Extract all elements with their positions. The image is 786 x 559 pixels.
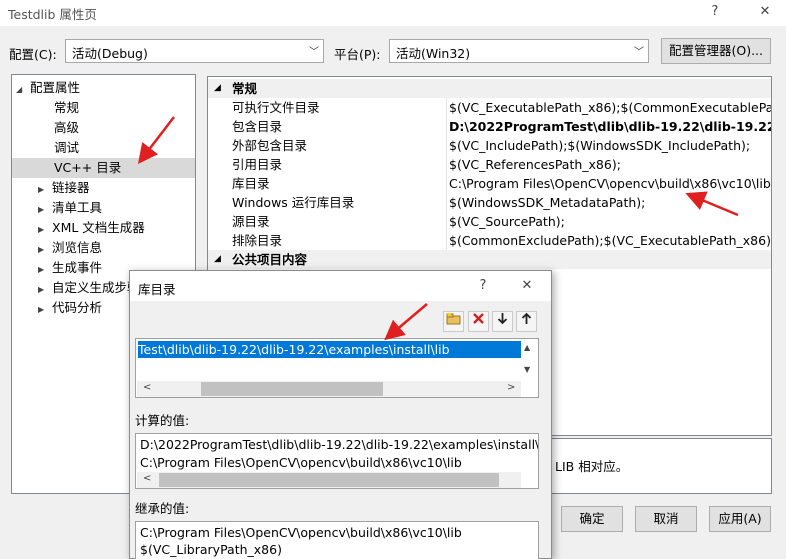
config-value: 活动(Debug)	[72, 46, 148, 61]
tree-item-custom-build[interactable]: ▶ 自定义生成步骤	[38, 278, 140, 298]
platform-label: 平台(P):	[334, 47, 381, 62]
tree-item-code-analysis[interactable]: ▶ 代码分析	[38, 298, 102, 318]
grid-row[interactable]: 库目录 C:\Program Files\OpenCV\opencv\build\…	[208, 174, 771, 193]
expand-icon: ▶	[38, 285, 45, 294]
tree-item-vc-directories[interactable]: VC++ 目录	[12, 158, 195, 178]
inherited-line: $(VC_LibraryPath_x86)	[140, 542, 282, 557]
computed-line: C:\Program Files\OpenCV\opencv\build\x86…	[140, 455, 462, 470]
tree-item-xml-doc[interactable]: ▶ XML 文档生成器	[38, 218, 145, 238]
config-label: 配置(C):	[9, 47, 57, 62]
expand-icon: ▶	[38, 305, 45, 314]
scrollbar-thumb[interactable]	[159, 473, 499, 487]
expand-icon: ▶	[38, 225, 45, 234]
expand-icon: ▶	[38, 205, 45, 214]
platform-value: 活动(Win32)	[396, 46, 471, 61]
expand-icon: ▶	[38, 245, 45, 254]
expand-icon: ▶	[38, 185, 45, 194]
scroll-left-icon[interactable]: <	[143, 382, 151, 393]
library-directories-dialog: 库目录 ? ✕ Test\dlib\dlib-19.22\dlib-19.22\…	[129, 270, 552, 559]
config-select[interactable]: 活动(Debug) ﹀	[65, 39, 324, 63]
collapse-icon: ◢	[214, 254, 221, 264]
tree-item-manifest-tool[interactable]: ▶ 清单工具	[38, 198, 102, 218]
grid-row[interactable]: 外部包含目录 $(VC_IncludePath);$(WindowsSDK_Inc…	[208, 136, 771, 155]
grid-row[interactable]: 可执行文件目录 $(VC_ExecutablePath_x86);$(Common…	[208, 98, 771, 117]
scroll-up-icon[interactable]: ▲	[524, 343, 530, 352]
dialog-title-bar: 库目录 ? ✕	[130, 271, 551, 301]
cancel-button[interactable]: 取消	[635, 506, 697, 532]
inherited-line: C:\Program Files\OpenCV\opencv\build\x86…	[140, 525, 462, 540]
collapse-icon: ◢	[16, 85, 23, 94]
scrollbar-thumb[interactable]	[201, 382, 383, 396]
move-down-icon[interactable]	[492, 311, 513, 332]
tree-item-advanced[interactable]: 高级	[54, 118, 79, 138]
inherited-values-box: C:\Program Files\OpenCV\opencv\build\x86…	[135, 521, 539, 559]
grid-row[interactable]: Windows 运行库目录 $(WindowsSDK_MetadataPath);	[208, 193, 771, 212]
scroll-left-icon[interactable]: <	[143, 473, 151, 484]
chevron-down-icon: ﹀	[634, 47, 644, 58]
tree-item-linker[interactable]: ▶ 链接器	[38, 178, 90, 198]
tree-root[interactable]: ◢ 配置属性	[16, 78, 80, 98]
description-panel: LIB 相对应。	[551, 438, 772, 494]
dialog-title: 库目录	[138, 282, 176, 297]
tree-item-build-events[interactable]: ▶ 生成事件	[38, 258, 102, 278]
new-folder-icon[interactable]	[443, 311, 464, 332]
directory-entry-input[interactable]: Test\dlib\dlib-19.22\dlib-19.22\examples…	[138, 341, 521, 358]
category-general[interactable]: ◢ 常规	[208, 79, 771, 98]
collapse-icon: ◢	[214, 83, 221, 93]
window-title: Testdlib 属性页	[8, 7, 97, 22]
tree-item-general[interactable]: 常规	[54, 98, 79, 118]
grid-row[interactable]: 包含目录 D:\2022ProgramTest\dlib\dlib-19.22\d…	[208, 117, 771, 136]
title-bar: Testdlib 属性页 ? ✕	[0, 0, 786, 26]
description-text: LIB 相对应。	[555, 459, 629, 474]
delete-icon[interactable]	[468, 311, 489, 332]
apply-button[interactable]: 应用(A)	[709, 506, 771, 532]
dialog-close-button[interactable]: ✕	[512, 276, 542, 296]
horizontal-scrollbar[interactable]: < >	[137, 381, 521, 397]
platform-select[interactable]: 活动(Win32) ﹀	[389, 39, 649, 63]
tree-item-browse-info[interactable]: ▶ 浏览信息	[38, 238, 102, 258]
dialog-help-button[interactable]: ?	[468, 276, 498, 296]
close-button[interactable]: ✕	[750, 2, 780, 22]
category-common[interactable]: ◢ 公共项目内容	[208, 250, 771, 269]
config-manager-button[interactable]: 配置管理器(O)...	[661, 38, 771, 64]
inherited-values-label: 继承的值:	[135, 501, 190, 516]
tree-item-debugging[interactable]: 调试	[54, 138, 79, 158]
expand-icon: ▶	[38, 265, 45, 274]
computed-values-box: D:\2022ProgramTest\dlib\dlib-19.22\dlib-…	[135, 433, 539, 489]
computed-line: D:\2022ProgramTest\dlib\dlib-19.22\dlib-…	[140, 437, 539, 452]
help-button[interactable]: ?	[700, 2, 730, 22]
computed-scrollbar[interactable]: <	[137, 472, 521, 488]
grid-row[interactable]: 排除目录 $(CommonExcludePath);$(VC_Executable…	[208, 231, 771, 250]
scroll-down-icon[interactable]: ▼	[524, 365, 530, 374]
directory-list[interactable]: Test\dlib\dlib-19.22\dlib-19.22\examples…	[135, 338, 539, 398]
grid-row[interactable]: 源目录 $(VC_SourcePath);	[208, 212, 771, 231]
grid-row[interactable]: 引用目录 $(VC_ReferencesPath_x86);	[208, 155, 771, 174]
scroll-right-icon[interactable]: >	[507, 382, 515, 393]
computed-values-label: 计算的值:	[135, 413, 190, 428]
ok-button[interactable]: 确定	[561, 506, 623, 532]
move-up-icon[interactable]	[516, 311, 537, 332]
chevron-down-icon: ﹀	[309, 47, 319, 58]
